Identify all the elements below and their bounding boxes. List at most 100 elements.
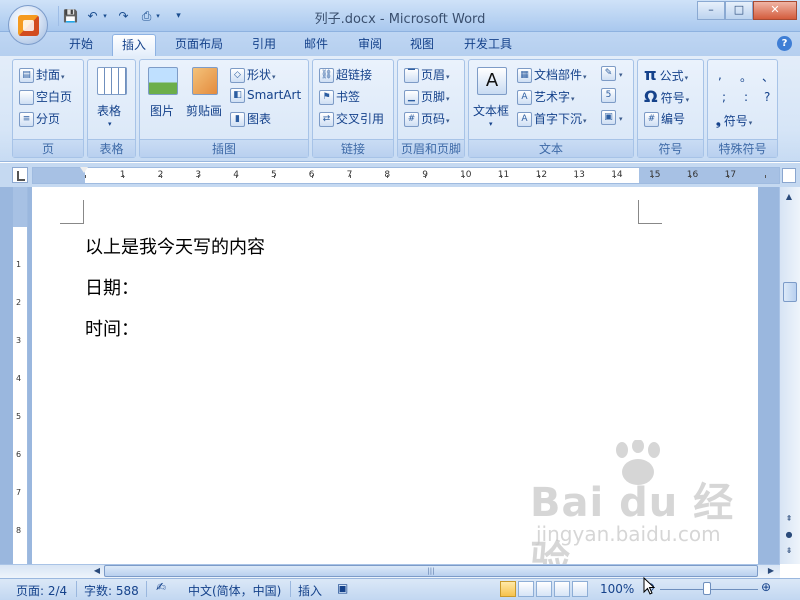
document-line-2[interactable]: 日期： [85, 274, 139, 300]
clipart-button[interactable]: 剪贴画 [186, 102, 222, 119]
document-line-1[interactable]: 以上是我今天写的内容 [85, 233, 265, 259]
tab-home[interactable]: 开始 [62, 34, 100, 56]
zoom-slider-thumb[interactable] [703, 582, 711, 595]
chart-button[interactable]: ▮ 图表 [230, 110, 271, 127]
header-button[interactable]: ▔ 页眉▾ [404, 66, 450, 83]
maximize-button[interactable]: □ [725, 1, 753, 20]
tab-mailings[interactable]: 邮件 [296, 34, 336, 56]
tab-review[interactable]: 审阅 [350, 34, 390, 56]
office-button[interactable] [8, 5, 48, 45]
language-status[interactable]: 中文(简体，中国) [188, 582, 281, 599]
cover-page-button[interactable]: ▤ 封面▾ [19, 66, 65, 83]
date-time-icon: 5 [601, 88, 616, 103]
table-button[interactable]: 表格 [97, 102, 121, 119]
indent-marker-icon[interactable] [80, 167, 88, 184]
symbol-button[interactable]: Ω 符号▾ [644, 87, 689, 106]
page-number-button[interactable]: # 页码▾ [404, 110, 450, 127]
numbering-button[interactable]: # 编号 [644, 110, 685, 127]
horizontal-ruler[interactable]: 1234567891011121314151617 [32, 167, 780, 184]
scroll-left-icon[interactable]: ◀ [90, 565, 104, 577]
special-period-button[interactable]: 。 [740, 68, 752, 85]
ruler-tick [652, 175, 653, 178]
tab-references[interactable]: 引用 [244, 34, 284, 56]
smartart-button[interactable]: ◧ SmartArt [230, 88, 301, 103]
window-title: 列子.docx - Microsoft Word [314, 12, 486, 27]
tab-selector-icon[interactable] [12, 167, 28, 183]
web-layout-view-icon[interactable] [536, 581, 552, 597]
ribbon-tabs: 开始 插入 页面布局 引用 邮件 审阅 视图 开发工具 [0, 32, 800, 56]
vertical-ruler[interactable]: 123456789 [13, 187, 28, 573]
bookmark-button[interactable]: ⚑ 书签 [319, 88, 360, 105]
page-count-status[interactable]: 页面: 2/4 [16, 582, 67, 599]
shapes-icon: ◇ [230, 68, 245, 83]
group-symbols: π 公式▾ Ω 符号▾ # 编号 符号 [637, 59, 704, 158]
object-icon: ▣ [601, 110, 616, 125]
close-button[interactable]: ✕ [753, 1, 797, 20]
previous-page-icon[interactable]: ⇞ [781, 512, 797, 526]
drop-cap-icon: A [517, 112, 532, 127]
draft-view-icon[interactable] [572, 581, 588, 597]
scroll-up-icon[interactable]: ▲ [781, 190, 797, 204]
textbox-button[interactable]: 文本框 [473, 102, 509, 119]
browse-object-icon[interactable]: ● [781, 528, 797, 542]
help-icon[interactable]: ? [777, 36, 792, 51]
hyperlink-button[interactable]: ⛓ 超链接 [319, 66, 372, 83]
tab-developer[interactable]: 开发工具 [456, 34, 520, 56]
table-dropdown-icon[interactable]: ▾ [108, 120, 112, 128]
zoom-in-icon[interactable]: ⊕ [761, 580, 771, 594]
hyperlink-icon: ⛓ [319, 68, 334, 83]
tab-insert[interactable]: 插入 [112, 34, 156, 56]
picture-button[interactable]: 图片 [150, 102, 174, 119]
next-page-icon[interactable]: ⇟ [781, 544, 797, 558]
group-links: ⛓ 超链接 ⚑ 书签 ⇄ 交叉引用 链接 [312, 59, 394, 158]
macro-record-icon[interactable]: ▣ [337, 581, 348, 595]
minimize-button[interactable]: – [697, 1, 725, 20]
ruler-tick [538, 175, 540, 178]
crop-mark-right [638, 200, 662, 224]
tab-page-layout[interactable]: 页面布局 [168, 34, 230, 56]
drop-cap-button[interactable]: A 首字下沉▾ [517, 110, 587, 127]
mouse-cursor-icon [643, 577, 655, 595]
scroll-right-icon[interactable]: ▶ [764, 565, 778, 577]
proofing-icon[interactable]: ✍ [156, 580, 166, 594]
vertical-ruler-number: 2 [16, 298, 22, 307]
tab-view[interactable]: 视图 [402, 34, 442, 56]
full-screen-reading-view-icon[interactable] [518, 581, 534, 597]
wordart-button[interactable]: A 艺术字▾ [517, 88, 575, 105]
baidu-watermark: Bai du 经验 jingyan.baidu.com [530, 440, 760, 584]
group-label-text: 文本 [469, 139, 633, 157]
group-tables: 表格 ▾ 表格 [87, 59, 136, 158]
shapes-button[interactable]: ◇ 形状▾ [230, 66, 276, 83]
document-line-3[interactable]: 时间： [85, 315, 139, 341]
textbox-dropdown-icon[interactable]: ▾ [489, 120, 493, 128]
date-time-button[interactable]: 5 [601, 88, 618, 103]
insert-mode-status[interactable]: 插入 [298, 582, 322, 599]
zoom-level[interactable]: 100% [600, 582, 634, 596]
page-break-button[interactable]: ≡ 分页 [19, 110, 60, 127]
ruler-tick [387, 175, 389, 178]
view-ruler-icon[interactable] [782, 168, 796, 183]
horizontal-scroll-thumb[interactable]: ||| [104, 565, 758, 577]
special-question-button[interactable]: ? [764, 90, 770, 104]
footer-button[interactable]: ▁ 页脚▾ [404, 88, 450, 105]
outline-view-icon[interactable] [554, 581, 570, 597]
special-dunhao-button[interactable]: 、 [762, 68, 774, 85]
cross-reference-button[interactable]: ⇄ 交叉引用 [319, 110, 384, 127]
table-icon [97, 67, 127, 95]
special-symbol-button[interactable]: ❟ 符号▾ [716, 112, 752, 129]
signature-line-button[interactable]: ✎ ▾ [601, 66, 623, 81]
vertical-scrollbar[interactable] [779, 187, 800, 564]
vertical-ruler-number: 4 [16, 374, 22, 383]
special-comma-button[interactable]: , [718, 68, 722, 82]
equation-button[interactable]: π 公式▾ [644, 65, 688, 84]
object-button[interactable]: ▣ ▾ [601, 110, 623, 125]
print-layout-view-icon[interactable] [500, 581, 516, 597]
word-count-status[interactable]: 字数: 588 [84, 582, 139, 599]
vertical-ruler-number: 5 [16, 412, 22, 421]
quick-parts-button[interactable]: ▦ 文档部件▾ [517, 66, 587, 83]
vertical-scroll-thumb[interactable] [783, 282, 797, 302]
special-colon-button[interactable]: : [744, 90, 748, 104]
blank-page-button[interactable]: 空白页 [19, 88, 72, 105]
special-semicolon-button[interactable]: ; [722, 90, 726, 104]
page-break-icon: ≡ [19, 112, 34, 127]
